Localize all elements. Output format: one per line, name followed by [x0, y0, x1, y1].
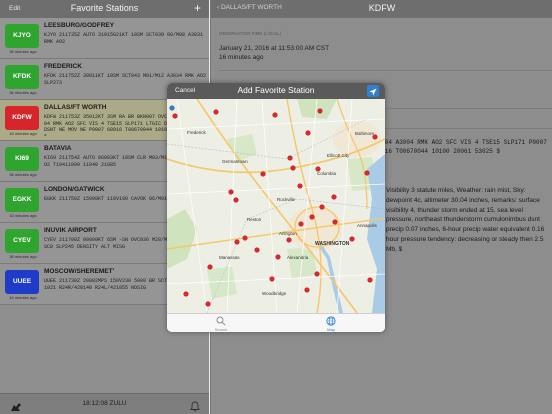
station-row-kjyo[interactable]: KJYO 36 minutes ago LEESBURG/GODFREY KJY…	[0, 18, 209, 59]
map-label-baltimore: Baltimore	[355, 131, 375, 136]
tab-map[interactable]: Map	[301, 314, 361, 332]
tab-search[interactable]: Search	[191, 314, 251, 332]
station-age: 36 minutes ago	[9, 90, 37, 95]
add-station-button[interactable]: +	[194, 1, 201, 15]
map-label-rockville: Rockville	[277, 197, 296, 202]
detail-nav-bar: ‹ DALLAS/FT WORTH KDFW	[211, 0, 552, 18]
dialog-header: Cancel Add Favorite Station	[167, 83, 385, 99]
map-label-frederick: Frederick	[187, 130, 207, 135]
station-age: 36 minutes ago	[9, 172, 37, 177]
globe-icon	[326, 316, 336, 326]
detail-title: KDFW	[368, 3, 396, 13]
obs-time-header: OBSERVATION TIME (LOCAL)	[219, 31, 282, 36]
station-name: BATAVIA	[44, 145, 72, 152]
station-badge: EGKK	[5, 188, 39, 212]
obs-age: 16 minutes ago	[219, 54, 264, 61]
tab-map-label: Map	[327, 327, 335, 332]
station-age: 16 minutes ago	[9, 213, 37, 218]
zulu-clock: 18:12:08 ZULU	[82, 400, 127, 407]
map-label-reston: Reston	[247, 217, 262, 222]
map-label-manassas: Manassas	[219, 255, 240, 260]
search-icon	[216, 316, 226, 326]
map-canvas: Frederick Germantown Columbia Ellicott C…	[167, 98, 385, 314]
station-age: 16 minutes ago	[9, 131, 37, 136]
map-label-annapolis: Annapolis	[357, 223, 378, 228]
dialog-tab-bar: Search Map	[167, 313, 385, 332]
decoded-metar-text: Visibility 3 statute miles, Weather: rai…	[386, 187, 545, 253]
station-age: 36 minutes ago	[9, 254, 37, 259]
favorites-toolbar: 18:12:08 ZULU	[0, 393, 209, 414]
map-label-germantown: Germantown	[222, 159, 248, 164]
station-name: INUVIK AIRPORT	[44, 227, 97, 234]
raw-metar-text: 07/04 A3004 RMK AO2 SFC VIS 4 TSE15 SLP1…	[374, 139, 547, 155]
location-arrow-icon[interactable]	[367, 85, 379, 97]
station-badge: KFDK	[5, 65, 39, 89]
map-label-ellicott: Ellicott City	[327, 153, 350, 158]
favorites-nav-bar: Edit Favorite Stations +	[0, 0, 209, 18]
station-badge: CYEV	[5, 229, 39, 253]
station-name: DALLAS/FT WORTH	[44, 104, 107, 111]
obs-time-value: January 21, 2016 at 11:53:00 AM CST	[219, 45, 330, 52]
bell-icon[interactable]	[190, 399, 200, 414]
map-label-columbia: Columbia	[317, 171, 337, 176]
map-label-washington: WASHINGTON	[315, 241, 350, 247]
station-age: 36 minutes ago	[9, 49, 37, 54]
station-badge: UUEE	[5, 270, 39, 294]
station-name: MOSCOW/SHEREMET'	[44, 268, 115, 275]
station-name: LEESBURG/GODFREY	[44, 22, 115, 29]
station-badge: KDFW	[5, 106, 39, 130]
divider	[219, 70, 552, 71]
station-map[interactable]: Frederick Germantown Columbia Ellicott C…	[167, 98, 385, 314]
map-label-arlington: Arlington	[279, 231, 297, 236]
station-name: FREDERICK	[44, 63, 82, 70]
station-name: LONDON/GATWICK	[44, 186, 105, 193]
add-favorite-dialog: Cancel Add Favorite Station Frederick Ge…	[167, 83, 385, 332]
station-badge: KI69	[5, 147, 39, 171]
dialog-title: Add Favorite Station	[237, 85, 315, 95]
map-label-alexandria: Alexandria	[287, 255, 309, 260]
station-metar: KJYO 211735Z AUTO 31015G21KT 10SM SCT039…	[44, 32, 204, 45]
map-label-woodbridge: Woodbridge	[262, 291, 287, 296]
station-age: 16 minutes ago	[9, 295, 37, 300]
favorites-title: Favorite Stations	[70, 3, 139, 13]
station-badge: KJYO	[5, 24, 39, 48]
tab-search-label: Search	[214, 327, 228, 332]
